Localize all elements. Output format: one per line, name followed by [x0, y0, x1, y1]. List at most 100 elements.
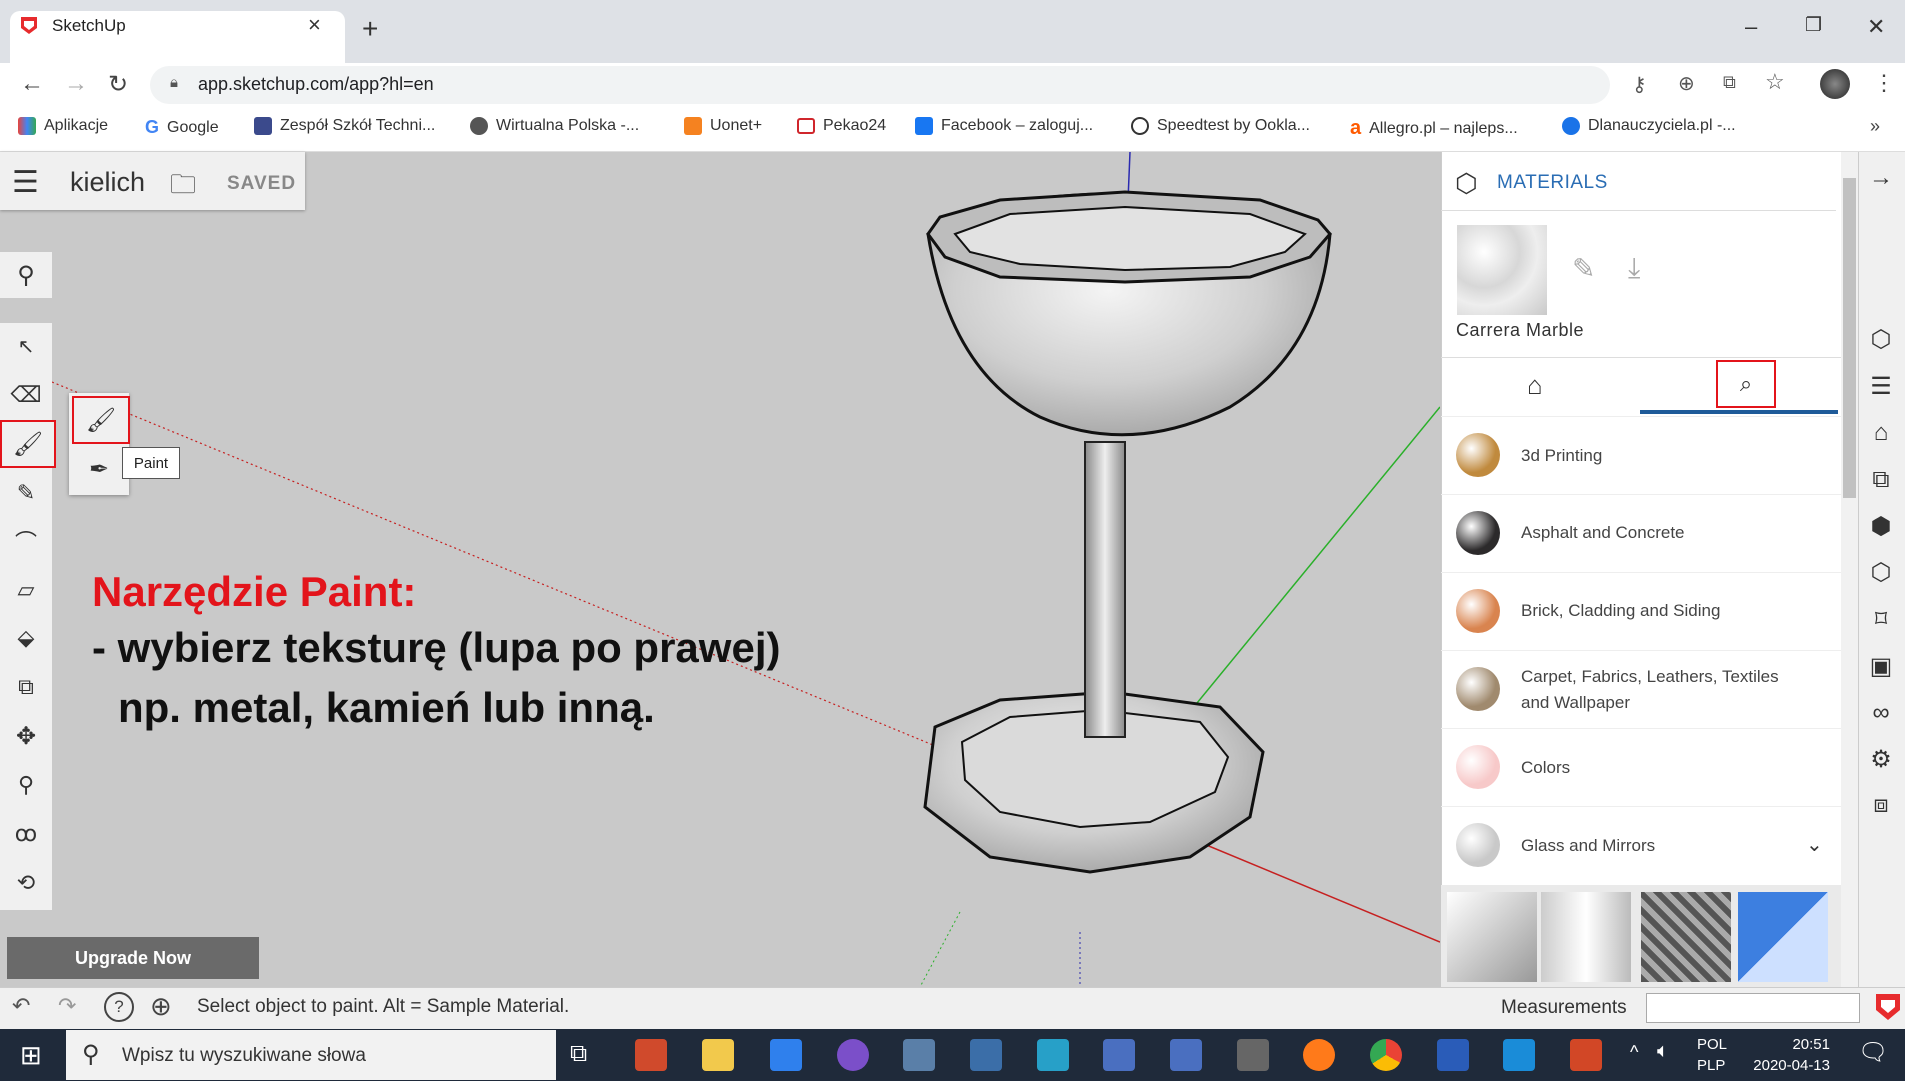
language-indicator[interactable]: POL PLP: [1697, 1034, 1727, 1076]
mail-icon[interactable]: [1503, 1039, 1535, 1071]
solid-inspector-icon[interactable]: ⧈: [1866, 790, 1896, 820]
file-explorer-icon[interactable]: [702, 1039, 734, 1071]
url-text[interactable]: app.sketchup.com/app?hl=en: [198, 74, 434, 95]
edit-material-icon[interactable]: ✎: [1572, 252, 1595, 285]
notifications-icon[interactable]: 🗨︎: [1858, 1038, 1888, 1067]
search-tool-button[interactable]: ⚲: [0, 252, 52, 298]
flyout-eyedropper-button[interactable]: ✒: [72, 447, 126, 491]
bookmark-pekao[interactable]: Pekao24: [797, 117, 886, 135]
tab-close-icon[interactable]: ×: [308, 12, 321, 38]
flyout-paint-button[interactable]: 🖌︎: [72, 396, 130, 444]
browse-materials-tab[interactable]: ⌕: [1716, 360, 1776, 408]
entity-info-icon[interactable]: ⬡: [1866, 325, 1896, 355]
shield-icon[interactable]: [1437, 1039, 1469, 1071]
arc-icon: ⌒: [14, 530, 37, 555]
back-icon[interactable]: ←: [20, 70, 44, 98]
reload-icon[interactable]: ↻: [108, 70, 128, 99]
taskbar-app-icon[interactable]: [970, 1039, 1002, 1071]
material-thumb[interactable]: [1447, 892, 1537, 982]
translate-icon[interactable]: ⧉: [1723, 72, 1736, 93]
profile-avatar[interactable]: [1820, 69, 1850, 99]
styles-icon[interactable]: ⬡: [1866, 558, 1896, 588]
firefox-icon[interactable]: [1303, 1039, 1335, 1071]
offset-tool-button[interactable]: ⧉: [0, 664, 52, 710]
bookmark-apps[interactable]: Aplikacje: [18, 117, 108, 135]
folder-icon[interactable]: 🗀: [170, 166, 196, 210]
taskbar-app-icon[interactable]: [635, 1039, 667, 1071]
material-thumb[interactable]: [1541, 892, 1631, 982]
walk-tool-button[interactable]: ꝏ: [0, 811, 52, 857]
key-icon[interactable]: ⚷: [1632, 72, 1647, 97]
collapse-arrow-icon[interactable]: →: [1866, 163, 1896, 193]
volume-icon[interactable]: 🔈︎: [1657, 1040, 1669, 1063]
home-tab-icon[interactable]: ⌂: [1527, 370, 1543, 401]
measurements-input[interactable]: [1646, 993, 1860, 1023]
menu-dots-icon[interactable]: ⋮: [1873, 70, 1895, 96]
undo-icon[interactable]: ↶: [12, 993, 30, 1019]
bookmark-wp[interactable]: Wirtualna Polska -...: [470, 117, 639, 135]
scrollbar-thumb[interactable]: [1843, 178, 1856, 498]
tags-icon[interactable]: ⌑: [1866, 605, 1896, 635]
chevron-down-icon[interactable]: ⌄: [1806, 832, 1823, 857]
taskbar-app-icon[interactable]: [903, 1039, 935, 1071]
eraser-tool-button[interactable]: ⌫: [0, 372, 52, 418]
bookmark-google[interactable]: G Google: [145, 117, 219, 138]
move-tool-button[interactable]: ✥: [0, 713, 52, 759]
hamburger-menu-icon[interactable]: ☰: [12, 165, 39, 200]
model-info-icon[interactable]: ⚙: [1866, 745, 1896, 775]
powerpoint-icon[interactable]: [1570, 1039, 1602, 1071]
upgrade-now-button[interactable]: Upgrade Now: [7, 937, 259, 979]
push-pull-tool-button[interactable]: ⬙: [0, 615, 52, 661]
components-icon[interactable]: ⧉: [1866, 465, 1896, 495]
rectangle-tool-button[interactable]: ▱: [0, 567, 52, 613]
orbit-tool-button[interactable]: ⟲: [0, 860, 52, 906]
bookmarks-more-icon[interactable]: »: [1870, 116, 1880, 137]
bookmark-facebook[interactable]: Facebook – zaloguj...: [915, 117, 1093, 135]
pencil-tool-button[interactable]: ✎: [0, 470, 52, 516]
tray-chevron-icon[interactable]: ^: [1630, 1042, 1638, 1063]
bookmark-uonet[interactable]: Uonet+: [684, 117, 762, 135]
taskbar-app-icon[interactable]: [1037, 1039, 1069, 1071]
offset-icon: ⧉: [18, 674, 34, 699]
category-3d-printing[interactable]: [1441, 416, 1841, 495]
bookmark-allegro[interactable]: a Allegro.pl – najleps...: [1350, 117, 1518, 140]
taskbar-clock[interactable]: 20:51 2020-04-13: [1744, 1034, 1830, 1076]
document-name[interactable]: kielich: [70, 167, 145, 198]
outliner-icon[interactable]: ☰: [1866, 372, 1896, 402]
maximize-button[interactable]: ❐: [1805, 14, 1822, 37]
calculator-icon[interactable]: [1237, 1039, 1269, 1071]
tab-title: SketchUp: [52, 16, 126, 35]
instructor-icon[interactable]: ⌂: [1866, 418, 1896, 448]
add-icon[interactable]: ⊕: [1678, 71, 1695, 96]
globe-icon[interactable]: ⊕: [150, 991, 172, 1022]
display-icon[interactable]: ∞: [1866, 698, 1896, 728]
close-window-button[interactable]: ✕: [1867, 14, 1885, 40]
new-tab-button[interactable]: +: [362, 15, 378, 43]
tape-measure-tool-button[interactable]: ⚲: [0, 762, 52, 808]
paint-bucket-icon: 🖌︎: [85, 406, 117, 434]
scenes-icon[interactable]: ▣: [1866, 652, 1896, 682]
save-disk-icon[interactable]: [1170, 1039, 1202, 1071]
task-view-icon[interactable]: ⧉: [570, 1040, 587, 1068]
bookmark-speedtest[interactable]: Speedtest by Ookla...: [1131, 117, 1310, 135]
paint-tool-button[interactable]: 🖌︎: [0, 420, 56, 468]
material-thumb[interactable]: [1641, 892, 1731, 982]
minimize-button[interactable]: –: [1745, 14, 1757, 40]
bookmark-dlanauczyciela[interactable]: Dlanauczyciela.pl -...: [1562, 117, 1736, 135]
save-disk-icon[interactable]: [1103, 1039, 1135, 1071]
materials-rail-icon[interactable]: ⬢: [1866, 512, 1896, 542]
windows-start-icon[interactable]: ⊞: [20, 1040, 42, 1071]
taskbar-app-icon[interactable]: [770, 1039, 802, 1071]
star-icon[interactable]: ☆: [1765, 69, 1785, 95]
help-icon[interactable]: ?: [104, 992, 134, 1022]
chrome-icon[interactable]: [1370, 1039, 1402, 1071]
redo-icon[interactable]: ↷: [58, 993, 76, 1019]
category-colors[interactable]: [1441, 728, 1841, 807]
forward-icon[interactable]: →: [64, 70, 88, 98]
bookmark-zespol[interactable]: Zespół Szkół Techni...: [254, 117, 435, 135]
arc-tool-button[interactable]: ⌒: [0, 518, 52, 564]
select-tool-button[interactable]: ↖: [0, 323, 52, 369]
material-thumb[interactable]: [1738, 892, 1828, 982]
download-material-icon[interactable]: ⤓: [1628, 252, 1640, 285]
nvda-icon[interactable]: [837, 1039, 869, 1071]
